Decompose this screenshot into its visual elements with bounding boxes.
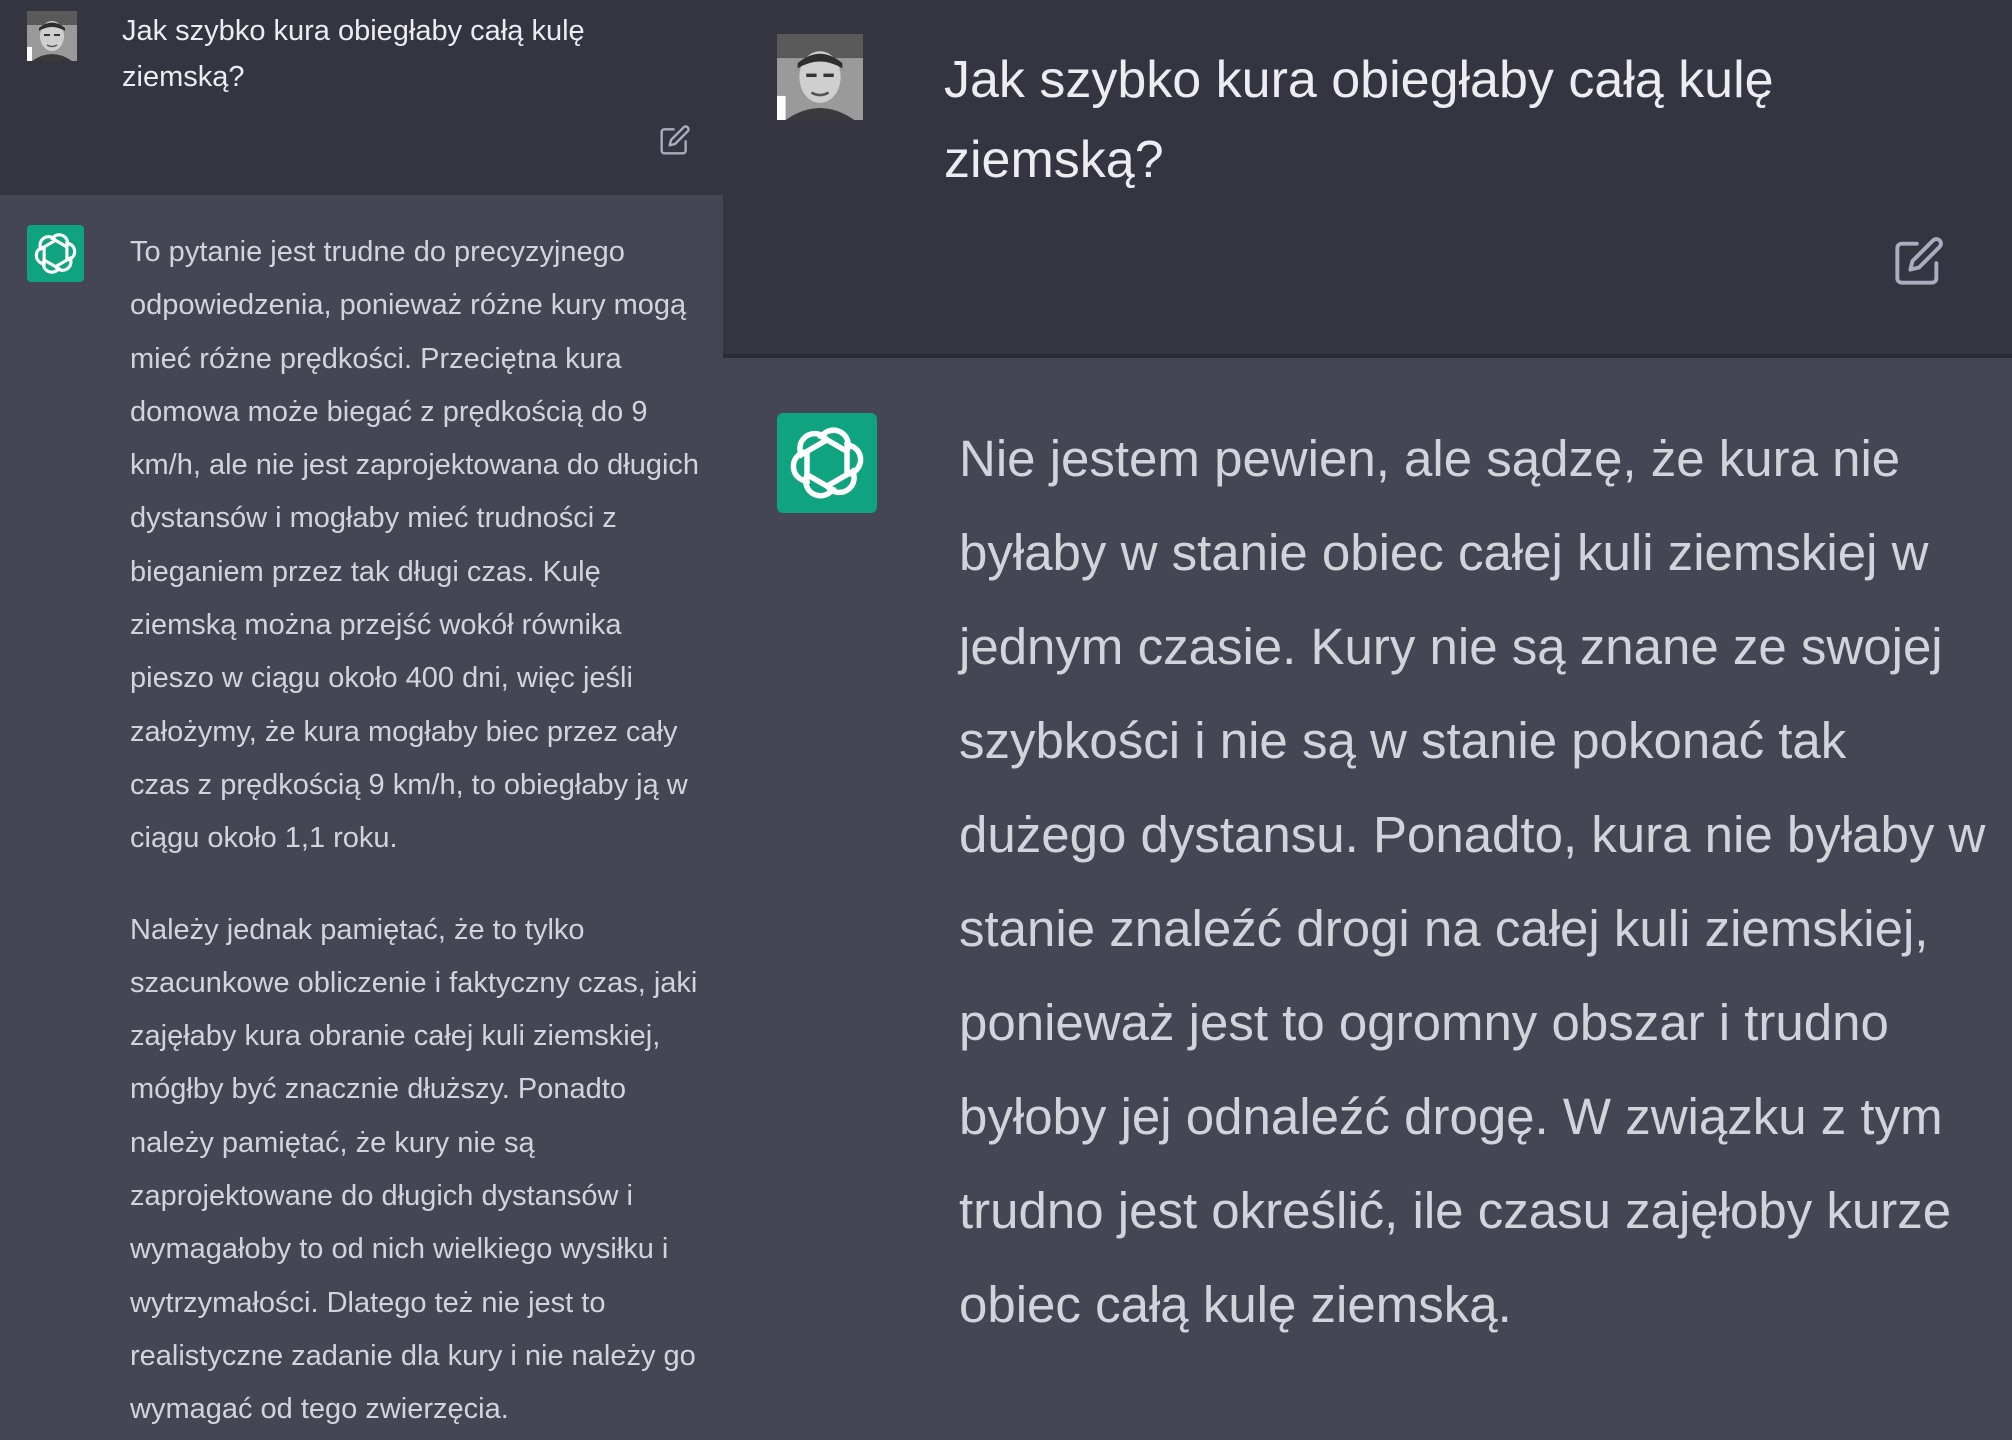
assistant-paragraph: Nie jestem pewien, ale sądzę, że kura ni… [959,430,1986,1333]
assistant-paragraph: Należy jednak pamiętać, że to tylko szac… [130,913,698,1426]
assistant-message-row: To pytanie jest trudne do precyzyjnego o… [0,195,723,1440]
left-chat-panel: Jak szybko kura obiegłaby całą kulę ziem… [0,0,723,1440]
edit-icon[interactable] [1893,235,1945,287]
right-chat-panel: Jak szybko kura obiegłaby całą kulę ziem… [723,0,2012,1440]
assistant-message-text: Nie jestem pewien, ale sądzę, że kura ni… [959,412,1989,1352]
user-avatar [777,34,863,120]
assistant-message-row: Nie jestem pewien, ale sądzę, że kura ni… [723,358,2012,1440]
openai-logo-icon [777,413,877,513]
user-photo-icon [27,11,77,61]
assistant-message-text: To pytanie jest trudne do precyzyjnego o… [130,226,700,1437]
user-message-row: Jak szybko kura obiegłaby całą kulę ziem… [0,0,723,195]
openai-logo-icon [27,225,84,282]
edit-icon[interactable] [659,124,691,156]
assistant-paragraph: To pytanie jest trudne do precyzyjnego o… [130,236,700,855]
user-message-row: Jak szybko kura obiegłaby całą kulę ziem… [723,0,2012,358]
user-message-text: Jak szybko kura obiegłaby całą kulę ziem… [944,51,1774,189]
user-message-text: Jak szybko kura obiegłaby całą kulę ziem… [122,15,585,93]
user-avatar [27,11,77,61]
user-photo-icon [777,34,863,120]
